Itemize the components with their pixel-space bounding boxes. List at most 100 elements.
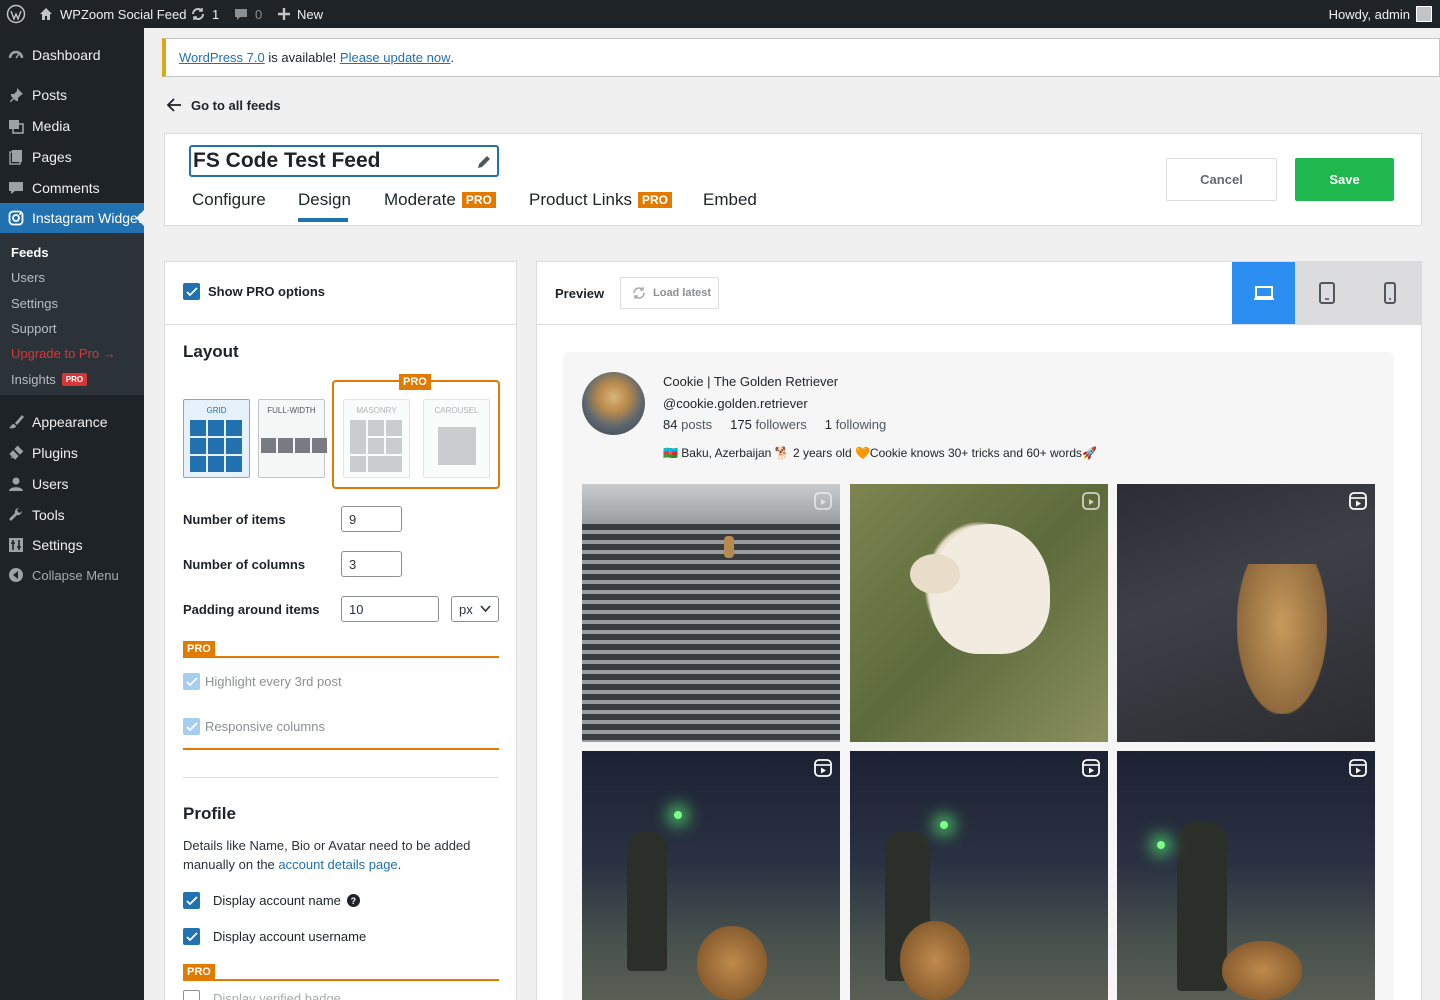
profile-description: Details like Name, Bio or Avatar need to… — [183, 836, 499, 874]
media-icon — [8, 118, 24, 134]
profile-desc-1: Details like Name, Bio or Avatar need to… — [183, 838, 471, 853]
mobile-icon — [1383, 282, 1396, 304]
menu-settings[interactable]: Settings — [0, 530, 144, 560]
layout-label: MASONRY — [356, 406, 397, 415]
menu-pages[interactable]: Pages — [0, 142, 144, 172]
submenu-upgrade[interactable]: Upgrade to Pro → — [11, 346, 116, 361]
tablet-view-button[interactable] — [1296, 262, 1358, 324]
feed-item[interactable] — [850, 751, 1108, 1000]
checkmark-icon — [183, 283, 200, 300]
menu-label: Plugins — [32, 445, 78, 461]
person-figure — [1177, 821, 1227, 991]
load-latest-button[interactable]: Load latest — [620, 277, 719, 309]
menu-tools[interactable]: Tools — [0, 500, 144, 530]
profile-username[interactable]: @cookie.golden.retriever — [663, 396, 808, 411]
show-pro-options-checkbox[interactable]: Show PRO options — [183, 283, 325, 300]
responsive-columns-checkbox[interactable]: Responsive columns — [183, 718, 325, 735]
submenu-users[interactable]: Users — [11, 270, 45, 285]
plug-icon — [8, 445, 24, 461]
checkbox-label: Display verified badge — [213, 991, 341, 1000]
display-account-name-checkbox[interactable]: Display account name ? — [183, 892, 360, 909]
brush-icon — [8, 414, 24, 430]
settings-panel — [164, 261, 517, 1000]
submenu-support[interactable]: Support — [11, 321, 57, 336]
profile-avatar[interactable] — [582, 372, 645, 435]
tab-embed[interactable]: Embed — [703, 190, 757, 210]
reel-icon — [1082, 759, 1100, 777]
display-account-username-checkbox[interactable]: Display account username — [183, 928, 366, 945]
active-tab-indicator — [298, 218, 348, 222]
updates-link[interactable]: 1 — [190, 0, 219, 28]
layout-option-full-width[interactable]: FULL-WIDTH — [258, 399, 327, 478]
feed-item[interactable] — [582, 484, 840, 742]
tab-design[interactable]: Design — [298, 190, 351, 210]
menu-users[interactable]: Users — [0, 469, 144, 499]
tab-label: Moderate — [384, 190, 456, 209]
desktop-view-button[interactable] — [1232, 262, 1295, 324]
comment-icon — [235, 9, 247, 20]
feed-item[interactable] — [1117, 484, 1375, 742]
menu-instagram-widget[interactable]: Instagram Widget — [0, 203, 144, 233]
layout-label: GRID — [206, 406, 227, 415]
number-of-columns-input[interactable]: 3 — [341, 551, 402, 577]
number-of-items-input[interactable]: 9 — [341, 506, 402, 532]
feed-item[interactable] — [850, 484, 1108, 742]
save-button[interactable]: Save — [1295, 158, 1394, 201]
howdy-text: Howdy, admin — [1328, 6, 1410, 22]
feed-item[interactable] — [582, 751, 840, 1000]
wordpress-logo-icon[interactable] — [6, 0, 26, 28]
menu-appearance[interactable]: Appearance — [0, 407, 144, 437]
menu-dashboard[interactable]: Dashboard — [0, 40, 144, 70]
menu-comments[interactable]: Comments — [0, 173, 144, 203]
number-of-columns-label: Number of columns — [183, 557, 306, 572]
tab-moderate[interactable]: Moderate PRO — [384, 190, 496, 210]
tab-product-links[interactable]: Product Links PRO — [529, 190, 673, 210]
pro-badge: PRO — [183, 641, 215, 657]
menu-collapse[interactable]: Collapse Menu — [0, 560, 144, 590]
padding-input[interactable]: 10 — [341, 596, 439, 622]
posts-label: posts — [681, 417, 713, 432]
reel-icon — [1349, 492, 1367, 510]
wordpress-version-link[interactable]: WordPress 7.0 — [179, 50, 265, 65]
feed-title-input[interactable]: FS Code Test Feed — [190, 146, 498, 176]
feed-item[interactable] — [1117, 751, 1375, 1000]
pro-divider — [183, 748, 499, 750]
menu-posts[interactable]: Posts — [0, 80, 144, 110]
followers-count: 175 — [730, 417, 752, 432]
layout-option-grid[interactable]: GRID — [183, 399, 250, 478]
comments-link[interactable]: 0 — [233, 0, 262, 28]
highlight-checkbox[interactable]: Highlight every 3rd post — [183, 673, 342, 690]
reel-icon — [814, 492, 832, 510]
layout-option-masonry[interactable]: MASONRY — [343, 399, 410, 478]
tab-configure[interactable]: Configure — [192, 190, 266, 210]
street-light — [940, 821, 948, 829]
notice-end: . — [450, 50, 455, 65]
menu-label: Collapse Menu — [32, 567, 119, 583]
profile-stats: 84 posts 175 followers 1 following — [663, 417, 886, 432]
pin-icon — [8, 87, 24, 103]
help-icon[interactable]: ? — [346, 894, 360, 907]
mobile-view-button[interactable] — [1358, 262, 1421, 324]
padding-unit-select[interactable]: px — [451, 596, 499, 622]
update-now-link[interactable]: Please update now — [340, 50, 451, 65]
feed-title: FS Code Test Feed — [193, 149, 381, 172]
submenu-insights[interactable]: Insights PRO — [11, 372, 88, 387]
menu-plugins[interactable]: Plugins — [0, 438, 144, 468]
pencil-icon[interactable] — [476, 153, 493, 170]
display-verified-badge-checkbox[interactable]: Display verified badge — [183, 990, 341, 1000]
my-account-link[interactable]: Howdy, admin — [1329, 0, 1432, 28]
back-to-feeds-link[interactable]: Go to all feeds — [166, 97, 281, 113]
tab-label: Embed — [703, 190, 757, 209]
sky-area — [582, 484, 840, 524]
submenu-settings[interactable]: Settings — [11, 296, 58, 311]
menu-media[interactable]: Media — [0, 111, 144, 141]
layout-option-carousel[interactable]: CAROUSEL — [423, 399, 490, 478]
account-details-link[interactable]: account details page — [278, 857, 397, 872]
checkbox-label: Display account name — [213, 893, 341, 908]
cancel-button[interactable]: Cancel — [1166, 158, 1277, 201]
instagram-icon — [8, 210, 24, 226]
submenu-feeds[interactable]: Feeds — [11, 245, 49, 260]
site-name-link[interactable]: WPZoom Social Feed — [38, 0, 186, 28]
plus-icon — [278, 8, 290, 20]
new-content-link[interactable]: New — [277, 0, 323, 28]
